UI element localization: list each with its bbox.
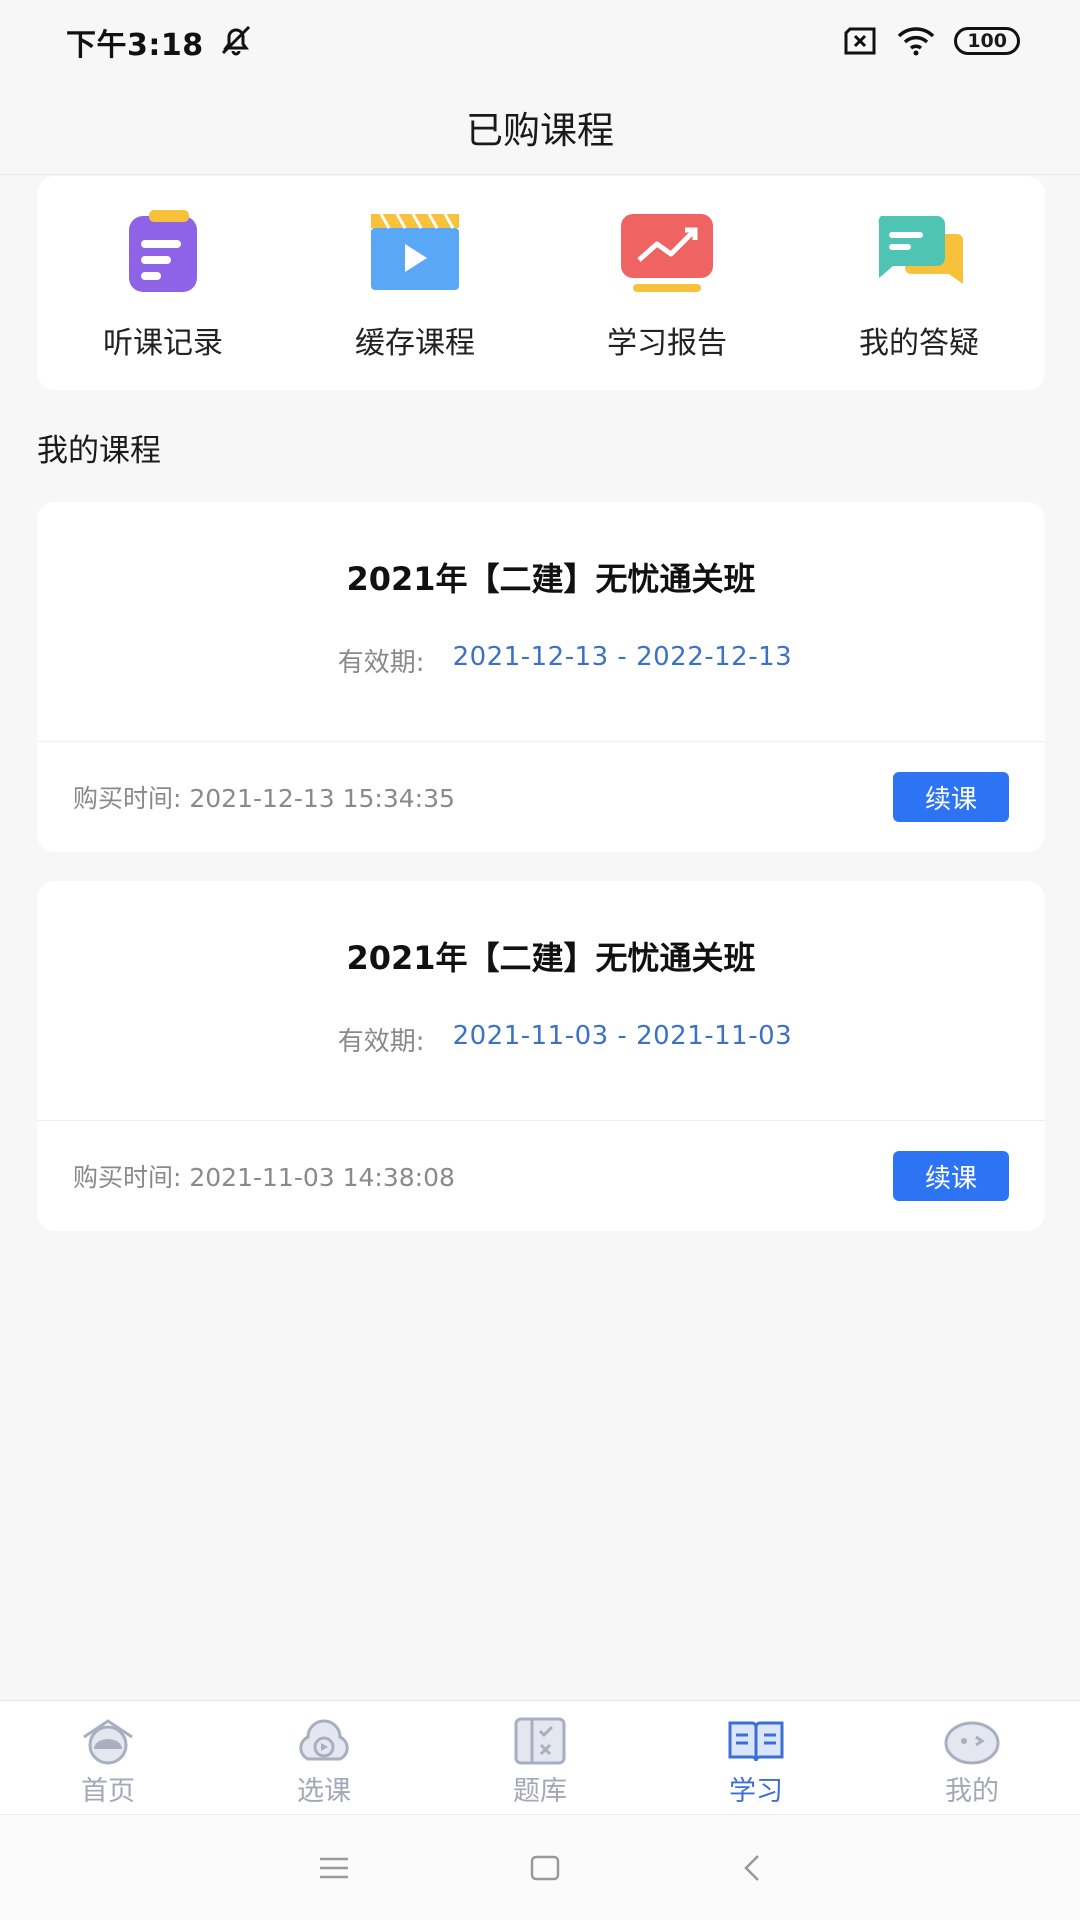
course-title: 2021年【二建】无忧通关班 bbox=[346, 939, 756, 977]
quick-item-label: 学习报告 bbox=[607, 326, 727, 361]
system-nav-bar bbox=[0, 1814, 1080, 1920]
quick-item-my-qa[interactable]: 我的答疑 bbox=[793, 176, 1045, 390]
course-validity: 有效期: 2021-11-03 - 2021-11-03 bbox=[338, 1021, 792, 1058]
video-icon bbox=[371, 213, 459, 290]
validity-range: 2021-12-13 - 2022-12-13 bbox=[452, 642, 793, 672]
chat-bubbles-icon bbox=[878, 216, 963, 284]
tab-label: 题库 bbox=[513, 1776, 567, 1807]
tab-label: 选课 bbox=[297, 1776, 351, 1807]
quick-item-label: 我的答疑 bbox=[859, 326, 979, 361]
course-validity: 有效期: 2021-12-13 - 2022-12-13 bbox=[338, 642, 792, 679]
renew-button[interactable]: 续课 bbox=[893, 772, 1009, 822]
status-bar: 下午3:18 100 bbox=[0, 0, 1080, 80]
tab-study[interactable]: 学习 bbox=[648, 1701, 864, 1814]
open-book-icon bbox=[728, 1721, 784, 1762]
play-cloud-icon bbox=[299, 1719, 349, 1761]
tab-label: 我的 bbox=[945, 1776, 999, 1807]
quick-item-label: 听课记录 bbox=[103, 326, 223, 361]
status-time: 下午3:18 bbox=[66, 28, 204, 63]
clipboard-icon bbox=[129, 210, 197, 292]
course-footer: 购买时间: 2021-11-03 14:38:08 续课 bbox=[37, 1121, 1045, 1231]
course-info: 2021年【二建】无忧通关班 有效期: 2021-12-13 - 2022-12… bbox=[37, 502, 1045, 742]
header: 已购课程 bbox=[0, 80, 1080, 175]
validity-label: 有效期: bbox=[337, 648, 425, 678]
purchase-time: 购买时间: 2021-11-03 14:38:08 bbox=[73, 1163, 455, 1192]
question-bank-icon bbox=[514, 1717, 566, 1765]
menu-icon[interactable] bbox=[318, 1856, 350, 1880]
quick-item-listen-record[interactable]: 听课记录 bbox=[37, 176, 289, 390]
sim-x-icon bbox=[844, 27, 876, 55]
validity-label: 有效期: bbox=[337, 1027, 425, 1057]
purchase-time: 购买时间: 2021-12-13 15:34:35 bbox=[73, 784, 455, 813]
home-icon bbox=[83, 1719, 133, 1765]
tab-label: 学习 bbox=[729, 1776, 783, 1807]
course-card[interactable]: 2021年【二建】无忧通关班 有效期: 2021-12-13 - 2022-12… bbox=[37, 502, 1045, 852]
home-square-icon[interactable] bbox=[530, 1855, 560, 1881]
course-info: 2021年【二建】无忧通关班 有效期: 2021-11-03 - 2021-11… bbox=[37, 881, 1045, 1121]
validity-range: 2021-11-03 - 2021-11-03 bbox=[452, 1021, 793, 1051]
chart-report-icon bbox=[621, 214, 713, 292]
quick-item-label: 缓存课程 bbox=[355, 326, 475, 361]
course-footer: 购买时间: 2021-12-13 15:34:35 续课 bbox=[37, 742, 1045, 852]
mute-bell-icon bbox=[221, 25, 251, 56]
page-title: 已购课程 bbox=[466, 109, 614, 152]
tab-mine[interactable]: 我的 bbox=[864, 1701, 1080, 1814]
profile-face-icon bbox=[944, 1721, 1000, 1765]
back-icon[interactable] bbox=[740, 1853, 762, 1883]
battery-icon: 100 bbox=[954, 27, 1020, 55]
tab-question-bank[interactable]: 题库 bbox=[432, 1701, 648, 1814]
quick-item-study-report[interactable]: 学习报告 bbox=[541, 176, 793, 390]
renew-button[interactable]: 续课 bbox=[893, 1151, 1009, 1201]
tab-home[interactable]: 首页 bbox=[0, 1701, 216, 1814]
quick-item-cached-courses[interactable]: 缓存课程 bbox=[289, 176, 541, 390]
tab-courses[interactable]: 选课 bbox=[216, 1701, 432, 1814]
tab-label: 首页 bbox=[81, 1776, 135, 1807]
course-card[interactable]: 2021年【二建】无忧通关班 有效期: 2021-11-03 - 2021-11… bbox=[37, 881, 1045, 1231]
status-right: 100 bbox=[842, 24, 1020, 58]
wifi-icon bbox=[898, 27, 935, 56]
section-title: 我的课程 bbox=[37, 433, 161, 469]
bottom-tab-bar: 首页 选课 题库 学习 我的 bbox=[0, 1700, 1080, 1814]
quick-menu: 听课记录 缓存课程 学习报告 我的答疑 bbox=[37, 176, 1045, 390]
app: 下午3:18 100 已购课程 听课记录 缓存课程 学习报告 我的答疑 我的课程… bbox=[0, 0, 1080, 1920]
course-title: 2021年【二建】无忧通关班 bbox=[346, 560, 756, 598]
